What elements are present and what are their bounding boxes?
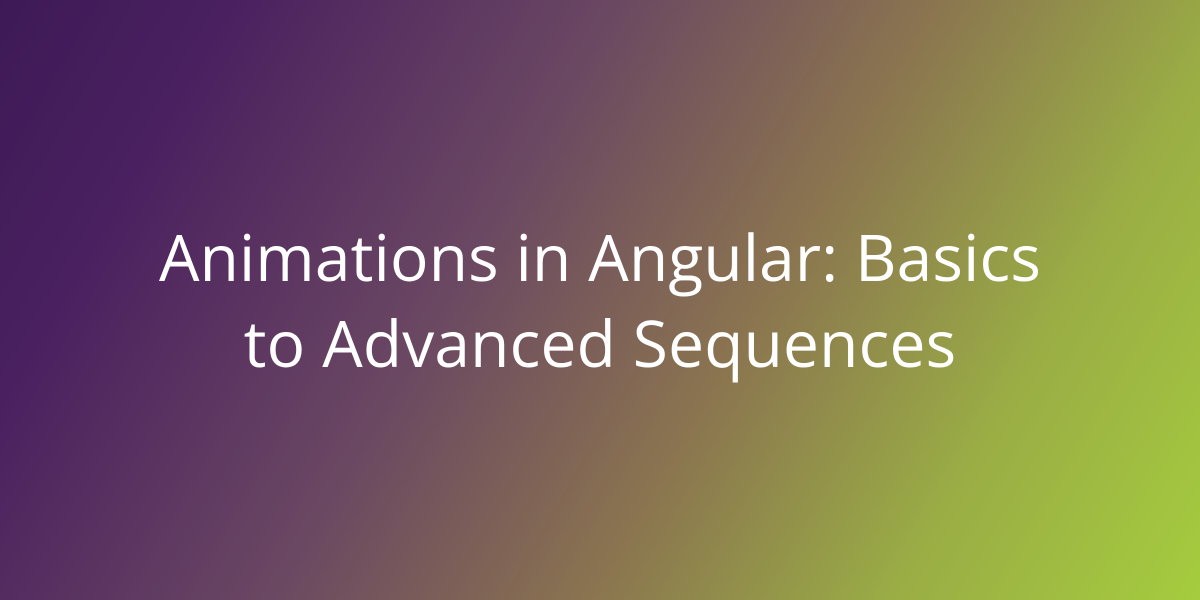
hero-title: Animations in Angular: Basics to Advance… (100, 214, 1100, 387)
hero-banner: Animations in Angular: Basics to Advance… (0, 0, 1200, 600)
